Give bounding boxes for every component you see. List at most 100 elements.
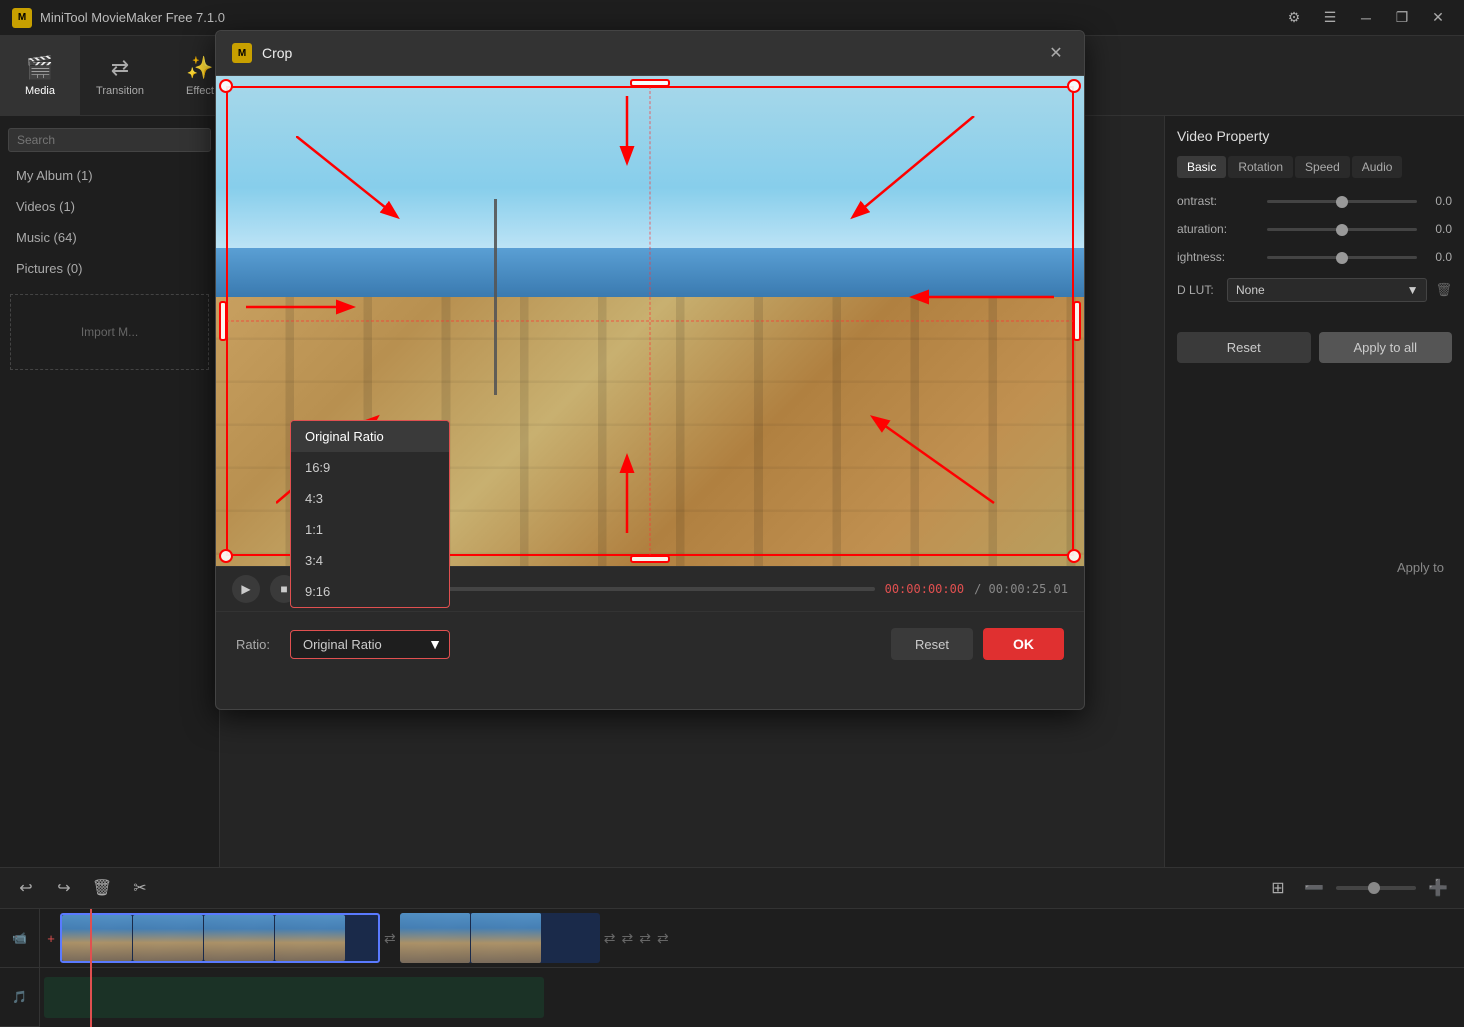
saturation-label: aturation: bbox=[1177, 222, 1267, 236]
audio-track bbox=[40, 968, 1464, 1027]
brightness-thumb[interactable] bbox=[1336, 252, 1348, 264]
clip-thumb-1 bbox=[62, 915, 132, 961]
app-logo: M bbox=[12, 8, 32, 28]
crop-handle-tr[interactable] bbox=[1067, 79, 1081, 93]
transfer-icon-5[interactable]: ⇄ bbox=[657, 930, 669, 947]
timeline-tracks: 📹 🎵 + ⇄ bbox=[0, 909, 1464, 1027]
delete-button[interactable]: 🗑 bbox=[88, 874, 116, 902]
lut-delete-icon[interactable]: 🗑 bbox=[1435, 282, 1452, 298]
transfer-icon-3[interactable]: ⇄ bbox=[621, 930, 633, 947]
crop-reset-button[interactable]: Reset bbox=[891, 628, 973, 660]
sidebar-item-music[interactable]: Music (64) bbox=[0, 222, 219, 253]
audio-clip[interactable] bbox=[44, 977, 544, 1018]
lut-select[interactable]: None ▼ bbox=[1227, 278, 1427, 302]
contrast-slider[interactable] bbox=[1267, 200, 1417, 203]
crop-handle-bl[interactable] bbox=[219, 549, 233, 563]
saturation-value: 0.0 bbox=[1417, 222, 1452, 236]
restore-button[interactable]: ❐ bbox=[1388, 4, 1416, 32]
toolbar-media[interactable]: 🎬 Media bbox=[0, 36, 80, 116]
crop-handle-mr[interactable] bbox=[1073, 301, 1081, 341]
transfer-icon-1[interactable]: ⇄ bbox=[384, 930, 396, 947]
sidebar-item-album[interactable]: My Album (1) bbox=[0, 160, 219, 191]
contrast-thumb[interactable] bbox=[1336, 196, 1348, 208]
contrast-label: ontrast: bbox=[1177, 194, 1267, 208]
crop-handle-tc[interactable] bbox=[630, 79, 670, 87]
right-panel-title: Video Property bbox=[1177, 128, 1452, 144]
clip-thumb-4 bbox=[275, 915, 345, 961]
ratio-option-3-4[interactable]: 3:4 bbox=[291, 545, 449, 576]
sidebar-search[interactable] bbox=[0, 124, 219, 156]
ratio-option-9-16[interactable]: 9:16 bbox=[291, 576, 449, 607]
crop-ok-button[interactable]: OK bbox=[983, 628, 1064, 660]
brightness-track[interactable] bbox=[1267, 256, 1417, 259]
timeline-toolbar: ↩ ↪ 🗑 ✂ ⊞ ➖ ➕ bbox=[0, 868, 1464, 909]
zoom-fit-button[interactable]: ⊞ bbox=[1264, 874, 1292, 902]
ratio-option-4-3[interactable]: 4:3 bbox=[291, 483, 449, 514]
lut-label: D LUT: bbox=[1177, 283, 1227, 297]
saturation-slider[interactable] bbox=[1267, 228, 1417, 231]
transfer-icon-4[interactable]: ⇄ bbox=[639, 930, 651, 947]
minimize-button[interactable]: ─ bbox=[1352, 4, 1380, 32]
clip-thumb-2 bbox=[133, 915, 203, 961]
add-clip-button[interactable]: + bbox=[44, 931, 58, 946]
clip-thumb-3 bbox=[204, 915, 274, 961]
zoom-out-button[interactable]: ➖ bbox=[1300, 874, 1328, 902]
cut-button[interactable]: ✂ bbox=[126, 874, 154, 902]
crop-handle-bc[interactable] bbox=[630, 555, 670, 563]
brightness-slider[interactable] bbox=[1267, 256, 1417, 259]
contrast-value: 0.0 bbox=[1417, 194, 1452, 208]
crop-handle-br[interactable] bbox=[1067, 549, 1081, 563]
crop-handle-ml[interactable] bbox=[219, 301, 227, 341]
toolbar-media-label: Media bbox=[25, 85, 55, 97]
tab-rotation[interactable]: Rotation bbox=[1228, 156, 1293, 178]
saturation-track[interactable] bbox=[1267, 228, 1417, 231]
contrast-track[interactable] bbox=[1267, 200, 1417, 203]
import-area[interactable]: Import M... bbox=[10, 294, 209, 370]
sidebar-item-pictures[interactable]: Pictures (0) bbox=[0, 253, 219, 284]
clip-thumb-5 bbox=[400, 913, 470, 963]
reset-button[interactable]: Reset bbox=[1177, 332, 1311, 363]
lut-dropdown-icon: ▼ bbox=[1407, 283, 1419, 297]
search-input[interactable] bbox=[8, 128, 211, 152]
close-button[interactable]: ✕ bbox=[1424, 4, 1452, 32]
tab-audio[interactable]: Audio bbox=[1352, 156, 1403, 178]
app-title: MiniTool MovieMaker Free 7.1.0 bbox=[40, 10, 1280, 25]
apply-to-text: Apply to bbox=[1397, 560, 1444, 575]
crop-action-buttons: Reset OK bbox=[891, 628, 1064, 660]
zoom-slider[interactable] bbox=[1336, 886, 1416, 890]
timeline-content: + ⇄ ⇄ ⇄ bbox=[40, 909, 1464, 1027]
tab-speed[interactable]: Speed bbox=[1295, 156, 1350, 178]
play-button[interactable]: ▶ bbox=[232, 575, 260, 603]
crop-handle-tl[interactable] bbox=[219, 79, 233, 93]
sidebar-item-videos[interactable]: Videos (1) bbox=[0, 191, 219, 222]
undo-button[interactable]: ↩ bbox=[12, 874, 40, 902]
panel-actions: Reset Apply to all bbox=[1177, 332, 1452, 363]
tab-basic[interactable]: Basic bbox=[1177, 156, 1226, 178]
ratio-select[interactable]: Original Ratio bbox=[290, 630, 450, 659]
video-clip-1[interactable] bbox=[60, 913, 380, 963]
modal-title: Crop bbox=[262, 45, 1044, 61]
ratio-select-wrapper: Original Ratio ▼ Original Ratio 16:9 4:3… bbox=[290, 630, 450, 659]
toolbar-transition-label: Transition bbox=[96, 85, 144, 97]
ratio-option-16-9[interactable]: 16:9 bbox=[291, 452, 449, 483]
settings-button[interactable]: ⚙ bbox=[1280, 4, 1308, 32]
ratio-option-1-1[interactable]: 1:1 bbox=[291, 514, 449, 545]
zoom-thumb[interactable] bbox=[1368, 882, 1380, 894]
toolbar-transition[interactable]: ⇄ Transition bbox=[80, 36, 160, 116]
saturation-thumb[interactable] bbox=[1336, 224, 1348, 236]
menu-button[interactable]: ☰ bbox=[1316, 4, 1344, 32]
mast bbox=[494, 199, 497, 395]
contrast-row: ontrast: 0.0 bbox=[1177, 194, 1452, 208]
transfer-icon-2[interactable]: ⇄ bbox=[604, 930, 616, 947]
zoom-in-button[interactable]: ➕ bbox=[1424, 874, 1452, 902]
modal-close-button[interactable]: ✕ bbox=[1044, 41, 1068, 65]
video-track: + ⇄ ⇄ ⇄ bbox=[40, 909, 1464, 968]
ratio-option-original[interactable]: Original Ratio bbox=[291, 421, 449, 452]
modal-logo: M bbox=[232, 43, 252, 63]
apply-all-button[interactable]: Apply to all bbox=[1319, 332, 1453, 363]
redo-button[interactable]: ↪ bbox=[50, 874, 78, 902]
video-clip-2[interactable] bbox=[400, 913, 600, 963]
ratio-label: Ratio: bbox=[236, 637, 270, 652]
effect-icon: ✨ bbox=[186, 55, 213, 81]
album-label: My Album (1) bbox=[16, 168, 93, 183]
